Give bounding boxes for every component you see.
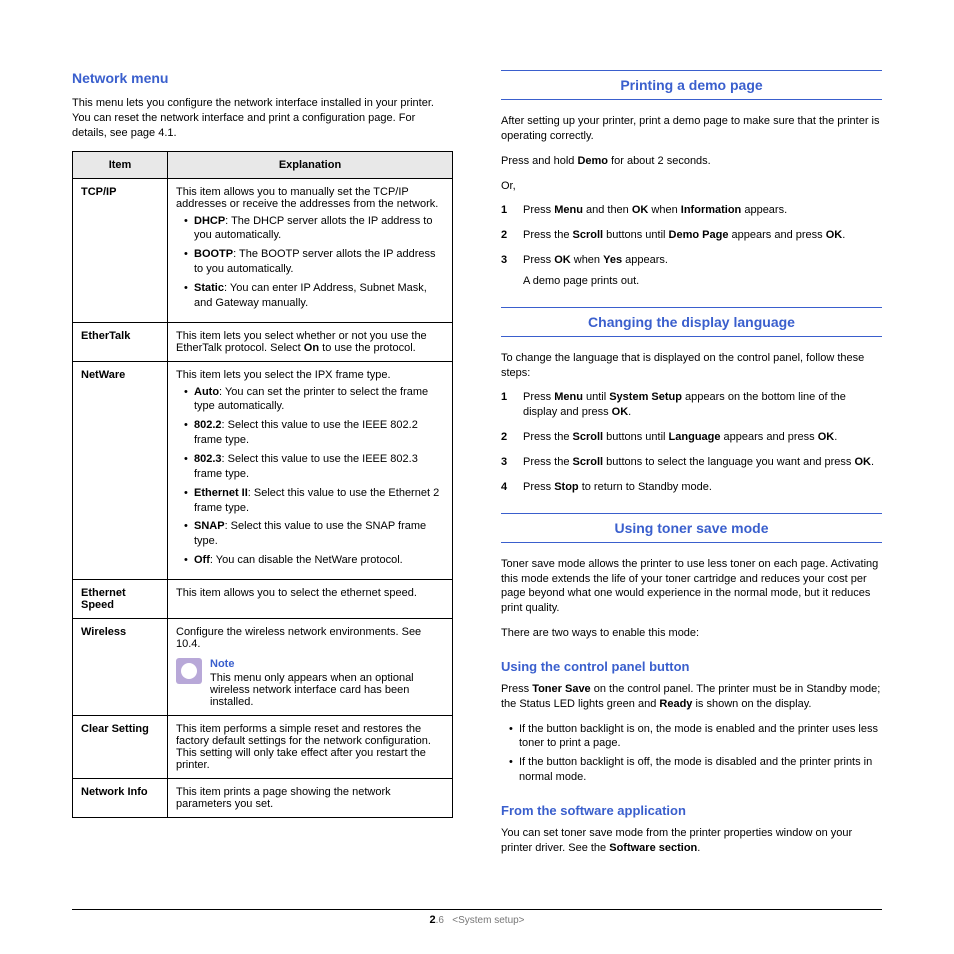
right-column: Printing a demo page After setting up yo… <box>501 70 882 866</box>
list-item: 1Press Menu and then OK when Information… <box>501 203 882 218</box>
page-footer: 2.6 <System setup> <box>72 909 882 926</box>
table-row: Ethernet Speed This item allows you to s… <box>73 579 453 618</box>
table-row: NetWare This item lets you select the IP… <box>73 361 453 579</box>
list-item: 2Press the Scroll buttons until Language… <box>501 430 882 445</box>
section-title-toner: Using toner save mode <box>501 513 882 543</box>
table-row: Network Info This item prints a page sho… <box>73 778 453 817</box>
section-title-demo: Printing a demo page <box>501 70 882 100</box>
list-item: 1Press Menu until System Setup appears o… <box>501 390 882 420</box>
col-explanation: Explanation <box>168 151 453 178</box>
network-menu-heading: Network menu <box>72 70 453 86</box>
table-row: Clear Setting This item performs a simpl… <box>73 715 453 778</box>
list-item: 4Press Stop to return to Standby mode. <box>501 480 882 495</box>
section-title-language: Changing the display language <box>501 307 882 337</box>
note-label: Note <box>210 658 444 670</box>
sub-heading-software: From the software application <box>501 803 882 818</box>
list-item: If the button backlight is on, the mode … <box>509 722 882 752</box>
sub-heading-control-panel: Using the control panel button <box>501 659 882 674</box>
list-item: 2Press the Scroll buttons until Demo Pag… <box>501 228 882 243</box>
list-item: 3Press OK when Yes appears. <box>501 253 882 268</box>
table-row: TCP/IP This item allows you to manually … <box>73 178 453 322</box>
list-item: If the button backlight is off, the mode… <box>509 755 882 785</box>
manual-page: Network menu This menu lets you configur… <box>0 0 954 954</box>
table-row: EtherTalk This item lets you select whet… <box>73 322 453 361</box>
note-icon <box>176 658 202 684</box>
network-menu-intro: This menu lets you configure the network… <box>72 96 453 141</box>
list-item: 3Press the Scroll buttons to select the … <box>501 455 882 470</box>
left-column: Network menu This menu lets you configur… <box>72 70 453 866</box>
table-row: Wireless Configure the wireless network … <box>73 618 453 715</box>
col-item: Item <box>73 151 168 178</box>
network-menu-table: Item Explanation TCP/IP This item allows… <box>72 151 453 818</box>
